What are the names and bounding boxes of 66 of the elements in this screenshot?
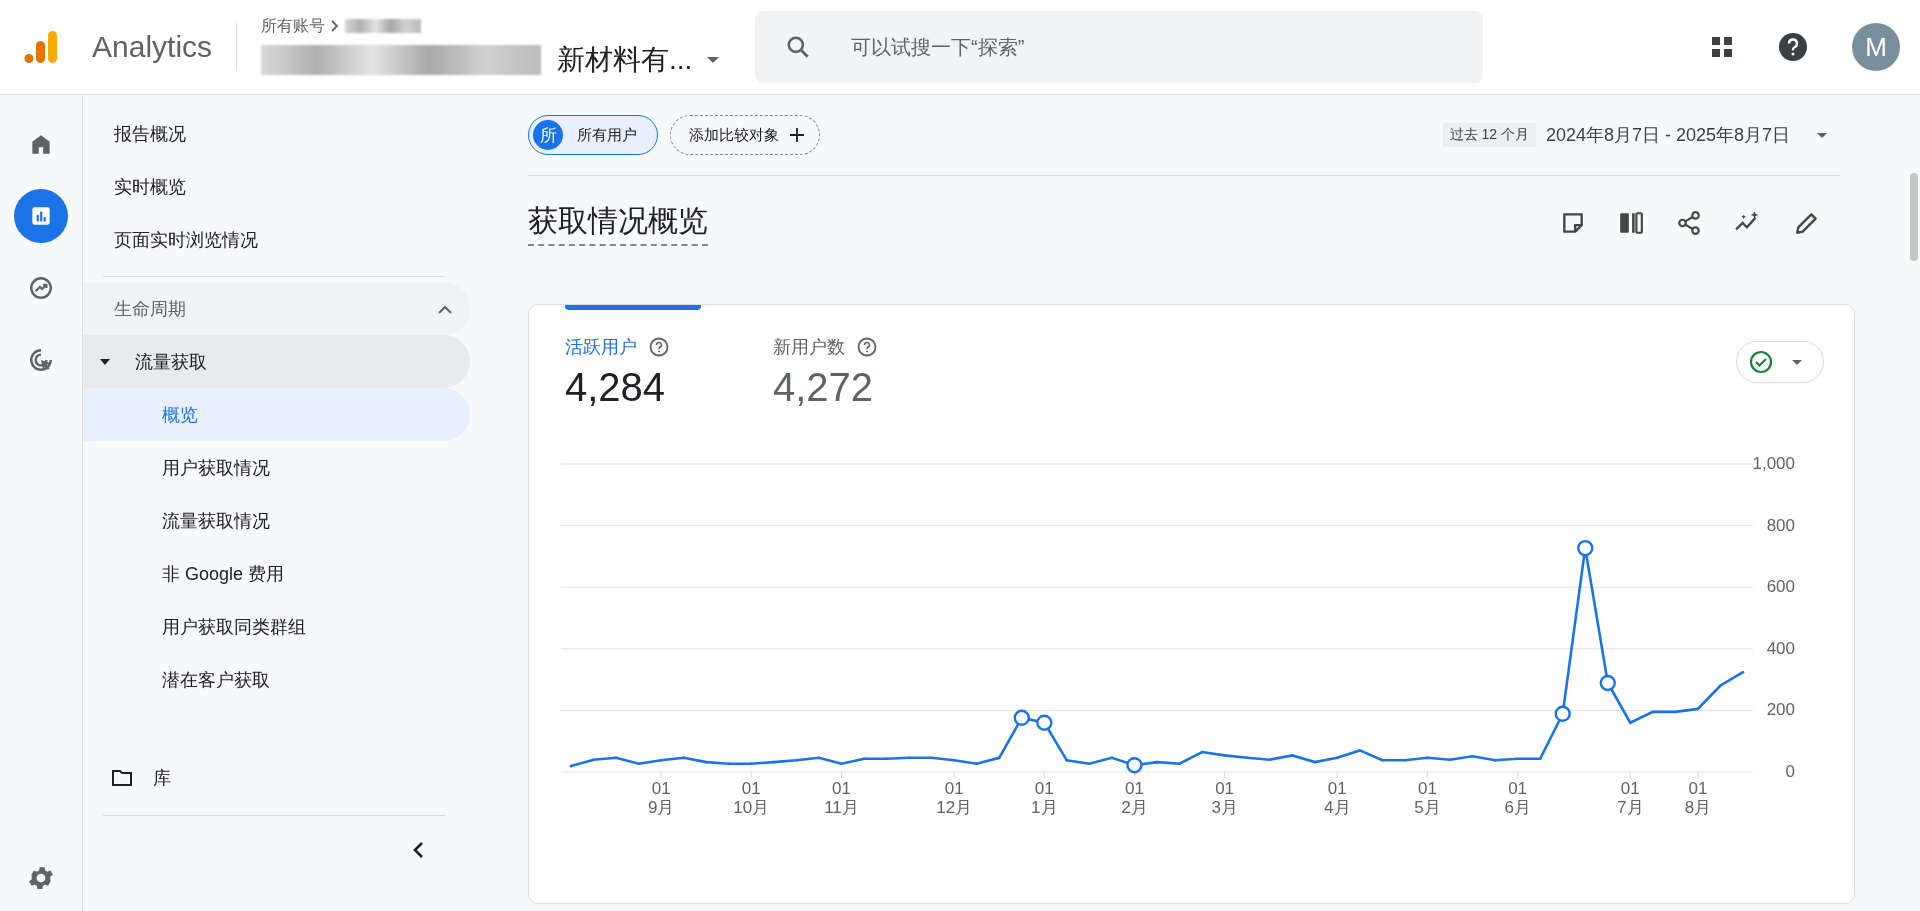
x-axis-label: 01 1月 xyxy=(1031,779,1058,817)
anomaly-marker[interactable] xyxy=(1554,705,1571,722)
help-icon[interactable] xyxy=(857,337,877,357)
nav-item[interactable]: 库 xyxy=(153,765,171,790)
nav-item[interactable]: 用户获取同类群组 xyxy=(83,600,453,653)
nav-item[interactable]: 潜在客户获取 xyxy=(83,653,453,706)
collapse-chevron-icon[interactable] xyxy=(411,840,425,860)
y-axis-label: 1,000 xyxy=(1752,454,1795,473)
x-axis-label: 01 4月 xyxy=(1324,779,1351,817)
x-axis-label: 01 2月 xyxy=(1121,779,1148,817)
nav-item[interactable]: 报告概况 xyxy=(83,107,453,160)
y-axis-label: 600 xyxy=(1766,577,1795,597)
scrollbar[interactable] xyxy=(1910,173,1918,261)
y-axis-label: 800 xyxy=(1766,515,1795,535)
anomaly-marker[interactable] xyxy=(1599,674,1616,692)
search-field[interactable]: 可以试搜一下“探索” xyxy=(755,11,1484,83)
report-title: 获取情况概览 xyxy=(528,200,708,246)
help-icon[interactable] xyxy=(649,337,669,357)
apps-grid-icon[interactable] xyxy=(1710,35,1734,59)
nav-item[interactable]: 流量获取情况 xyxy=(83,494,453,547)
nav-item[interactable]: 页面实时浏览情况 xyxy=(83,213,453,266)
caret-icon xyxy=(99,357,111,366)
nav-item[interactable]: 概览 xyxy=(83,388,470,441)
account-selector[interactable]: 新材料有... xyxy=(261,40,756,79)
x-axis-label: 01 10月 xyxy=(733,779,770,817)
reports-icon[interactable] xyxy=(14,189,68,243)
nav-item[interactable]: 非 Google 费用 xyxy=(83,547,453,600)
x-axis-label: 01 9月 xyxy=(647,779,675,817)
compare-columns-icon[interactable] xyxy=(1618,210,1644,236)
chevron-icon xyxy=(438,305,452,314)
edit-pencil-icon[interactable] xyxy=(1794,210,1820,236)
nav-section-header[interactable]: 生命周期 xyxy=(83,282,470,335)
breadcrumb-link[interactable]: 所有账号 xyxy=(261,15,326,37)
nav-item[interactable]: 用户获取情况 xyxy=(83,441,453,494)
check-circle-icon xyxy=(1749,350,1773,374)
x-axis-label: 01 8月 xyxy=(1684,779,1712,817)
data-quality-button[interactable] xyxy=(1736,341,1824,383)
x-axis-label: 01 3月 xyxy=(1211,779,1238,817)
nav-group[interactable]: 流量获取 xyxy=(83,335,470,388)
x-axis-label: 01 5月 xyxy=(1414,779,1441,817)
period-label: 过去 12 个月 xyxy=(1442,123,1536,147)
x-axis-label: 01 11月 xyxy=(824,779,859,817)
dropdown-caret-icon xyxy=(706,55,721,64)
date-range-picker[interactable]: 2024年8月7日 - 2025年8月7日 xyxy=(1545,123,1828,147)
note-icon[interactable] xyxy=(1560,210,1586,236)
y-axis-label: 200 xyxy=(1766,700,1795,720)
help-icon[interactable] xyxy=(1778,32,1808,62)
anomaly-marker[interactable] xyxy=(1036,714,1053,731)
anomaly-marker[interactable] xyxy=(1577,539,1594,557)
share-icon[interactable] xyxy=(1676,210,1702,236)
nav-item[interactable]: 实时概览 xyxy=(83,160,453,213)
x-axis-label: 01 6月 xyxy=(1504,779,1531,817)
x-axis-label: 01 12月 xyxy=(936,779,973,817)
x-axis-label: 01 7月 xyxy=(1617,779,1644,817)
y-axis-label: 0 xyxy=(1785,762,1795,781)
folder-icon xyxy=(111,768,133,787)
dropdown-caret-icon xyxy=(1816,131,1828,139)
plus-icon xyxy=(789,127,805,143)
metric-tab[interactable]: 新用户数 4,272 xyxy=(773,305,909,410)
dropdown-caret-icon xyxy=(1791,358,1803,366)
anomaly-marker[interactable] xyxy=(1126,757,1143,774)
product-name: Analytics xyxy=(92,30,213,64)
y-axis-label: 400 xyxy=(1766,638,1795,658)
metric-tab[interactable]: 活跃用户 4,284 xyxy=(565,305,701,410)
anomaly-marker[interactable] xyxy=(1013,709,1030,726)
segment-chip[interactable]: 所 所有用户 xyxy=(528,115,658,155)
